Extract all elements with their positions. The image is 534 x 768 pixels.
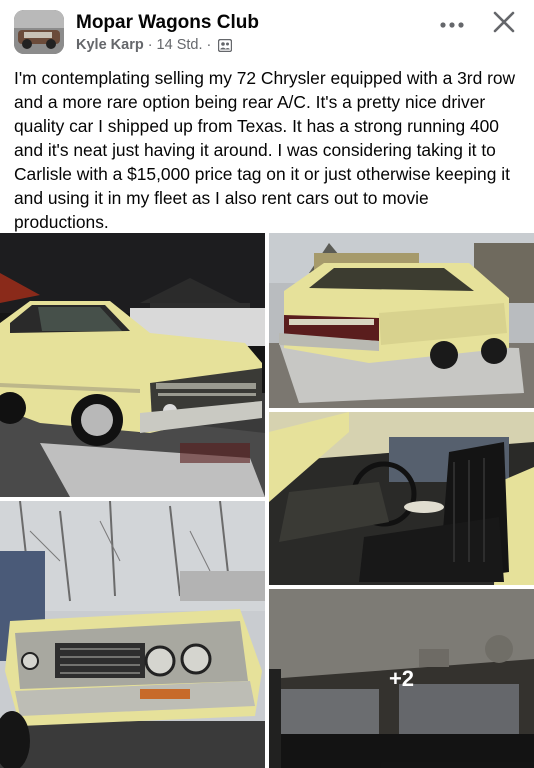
post-header: Mopar Wagons Club Kyle Karp · 14 Std. · [0,0,534,62]
post-text: I'm contemplating selling my 72 Chrysler… [14,68,516,232]
photo-interior-front[interactable] [269,412,534,585]
post-time[interactable]: 14 Std. [157,37,203,53]
more-photos-count: +2 [388,665,415,691]
photo-grid: +2 [0,233,534,768]
photo-rear-view[interactable] [269,233,534,408]
more-options-button[interactable] [432,8,472,40]
author-name[interactable]: Kyle Karp [76,37,144,53]
more-photos-overlay[interactable]: +2 [269,589,534,768]
close-icon [493,11,515,38]
photo-front-three-quarter[interactable] [0,233,265,497]
group-audience-icon [218,38,233,52]
group-avatar[interactable] [14,10,64,54]
post-meta: Kyle Karp · 14 Std. · [76,37,233,53]
meta-separator-2: · [206,37,212,53]
more-options-icon [440,15,464,33]
photo-front-closeup[interactable] [0,501,265,768]
close-button[interactable] [484,6,524,42]
group-name[interactable]: Mopar Wagons Club [76,12,259,34]
photo-interior-rear[interactable]: +2 [269,589,534,768]
meta-separator: · [147,37,153,53]
